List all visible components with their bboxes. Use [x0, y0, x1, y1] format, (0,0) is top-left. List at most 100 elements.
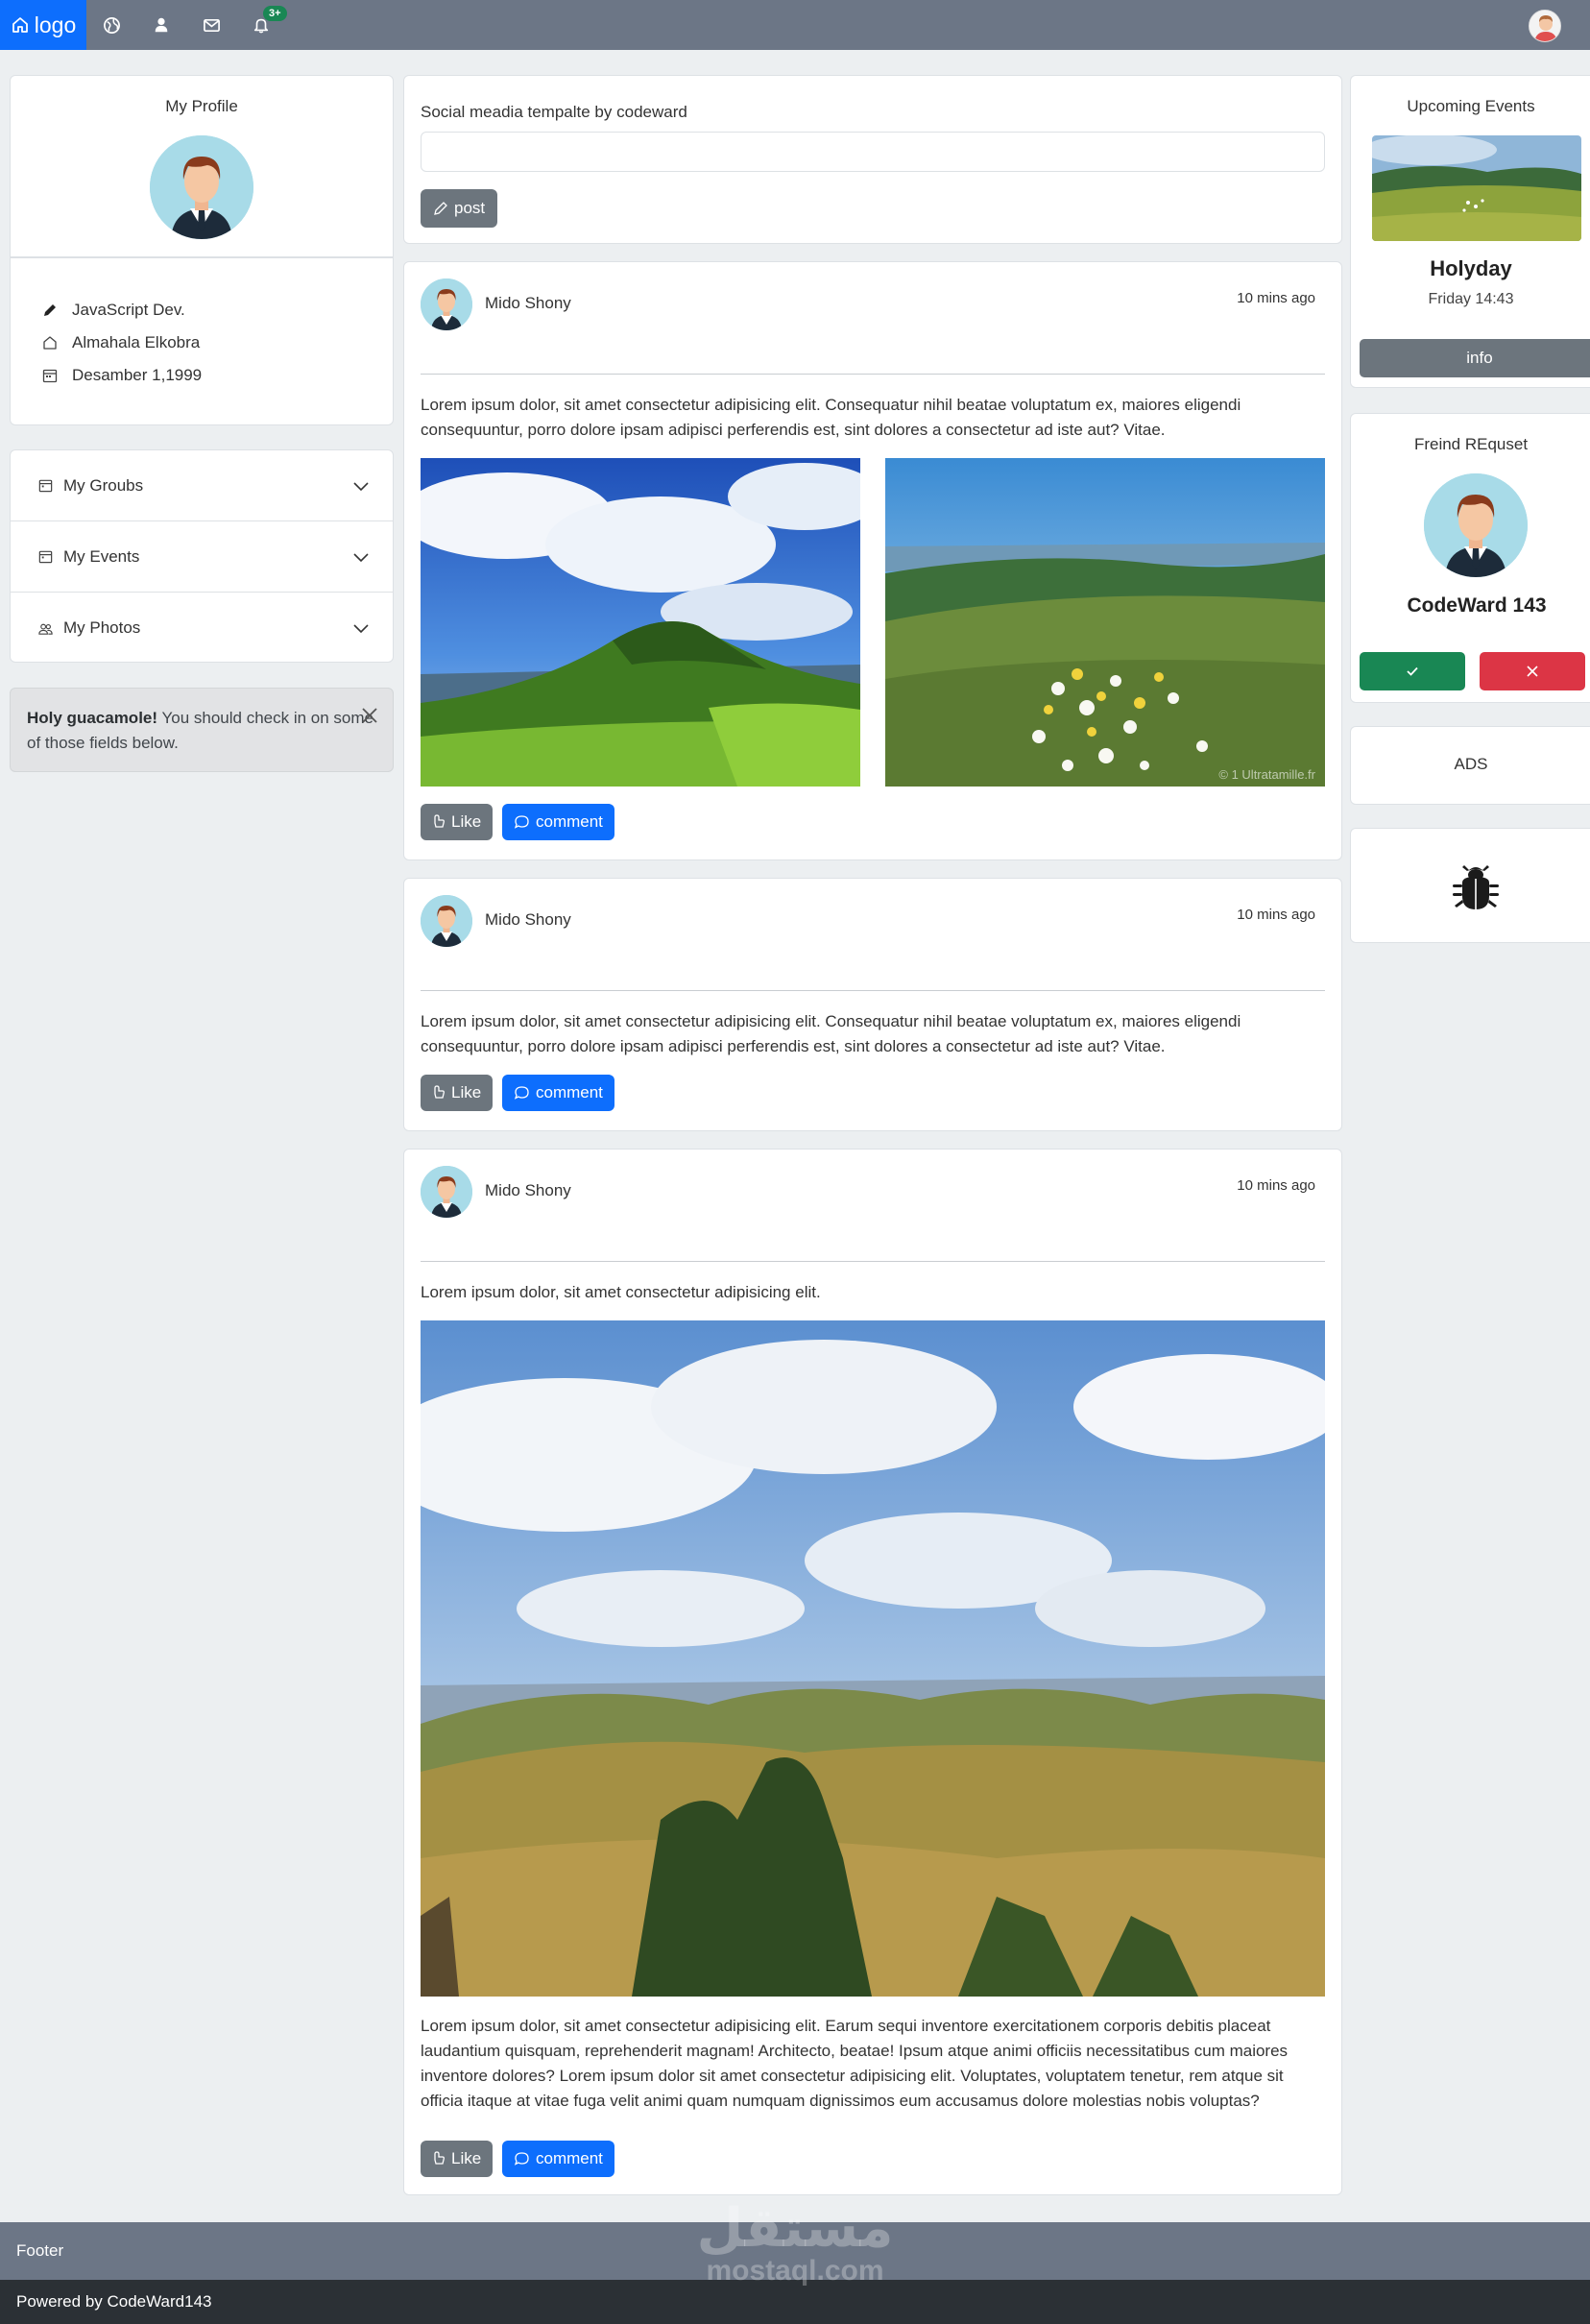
events-title: Upcoming Events [1407, 97, 1535, 115]
site-watermark: مستقل mostaql.com [696, 2199, 894, 2286]
reject-request-button[interactable] [1480, 652, 1585, 690]
profile-accordion: My Groubs My Events My Photos [10, 449, 394, 663]
notification-badge: 3+ [263, 6, 287, 21]
top-navbar: logo 3+ [0, 0, 1590, 50]
event-name: Holyday [1430, 256, 1512, 280]
alert-strong: Holy guacamole! [27, 709, 158, 727]
bug-card [1350, 828, 1590, 943]
comment-label: comment [536, 812, 603, 831]
accordion-label: My Photos [63, 618, 141, 637]
post-text: Lorem ipsum dolor, sit amet consectetur … [421, 1012, 1241, 1055]
upcoming-events-card: Upcoming Events Holyday Friday 14:43 inf… [1350, 75, 1590, 388]
person-avatar-icon [421, 278, 472, 330]
ads-card: ADS [1350, 726, 1590, 805]
post-avatar [421, 278, 472, 330]
post-button[interactable]: post [421, 189, 498, 228]
person-avatar-icon [150, 135, 253, 239]
globe-icon [103, 16, 120, 34]
post-time: 10 mins ago [1237, 1177, 1315, 1194]
friend-request-card: Freind REquset CodeWard 143 [1350, 413, 1590, 703]
accept-request-button[interactable] [1360, 652, 1465, 690]
post-time: 10 mins ago [1237, 290, 1315, 306]
nav-messages[interactable] [186, 0, 236, 50]
post-avatar [421, 1166, 472, 1218]
accordion-item-events[interactable]: My Events [11, 521, 393, 593]
nav-notifications[interactable]: 3+ [236, 0, 287, 50]
post-image-landscape[interactable] [421, 1320, 1325, 1997]
post-composer: Social meadia tempalte by codeward post [403, 75, 1342, 244]
calendar-icon [38, 479, 53, 493]
calendar-icon [38, 550, 53, 564]
nav-profile[interactable] [136, 0, 186, 50]
composer-input[interactable] [421, 132, 1325, 172]
profile-divider [11, 256, 393, 258]
post-card: Mido Shony 10 mins ago Lorem ipsum dolor… [403, 1149, 1342, 2195]
like-button[interactable]: Like [421, 804, 494, 840]
hills-photo [421, 1320, 1325, 1997]
nav-globe[interactable] [86, 0, 136, 50]
ads-label: ADS [1454, 755, 1488, 773]
accordion-item-photos[interactable]: My Photos [11, 593, 393, 664]
profile-birthday: Desamber 1,1999 [72, 366, 203, 384]
person-avatar-icon [421, 1166, 472, 1218]
home-icon [12, 17, 28, 33]
comment-button[interactable]: comment [502, 804, 614, 840]
post-text: Lorem ipsum dolor, sit amet consectetur … [421, 396, 1241, 439]
event-info-button[interactable]: info [1360, 339, 1590, 377]
post-divider [421, 990, 1325, 991]
post-card: Mido Shony 10 mins ago Lorem ipsum dolor… [403, 261, 1342, 860]
pencil-icon [44, 304, 56, 316]
comment-button[interactable]: comment [502, 2141, 614, 2177]
mountain-photo [421, 458, 860, 787]
user-avatar[interactable] [1529, 10, 1561, 42]
people-icon [38, 623, 53, 635]
close-icon [1527, 666, 1538, 677]
comment-button[interactable]: comment [502, 1075, 614, 1111]
like-label: Like [451, 1083, 482, 1101]
profile-birthday-row: Desamber 1,1999 [41, 366, 202, 385]
friend-request-title: Freind REquset [1413, 435, 1529, 453]
watermark-latin: mostaql.com [706, 2255, 884, 2287]
hand-icon [434, 1085, 445, 1099]
event-image[interactable] [1372, 135, 1581, 241]
accordion-item-groups[interactable]: My Groubs [11, 450, 393, 521]
post-image-volcano[interactable] [421, 458, 860, 787]
friend-name: CodeWard 143 [1407, 594, 1547, 617]
person-avatar-icon [421, 895, 472, 947]
like-button[interactable]: Like [421, 2141, 494, 2177]
chat-icon [514, 2152, 529, 2166]
post-text: Lorem ipsum dolor, sit amet consectetur … [421, 1283, 821, 1301]
envelope-icon [203, 18, 220, 32]
post-time: 10 mins ago [1237, 907, 1315, 923]
hand-icon [434, 814, 445, 828]
avatar-icon [1530, 11, 1560, 41]
event-meadow-photo [1372, 135, 1581, 241]
post-divider [421, 1261, 1325, 1262]
calendar-icon [42, 369, 58, 383]
like-button[interactable]: Like [421, 1075, 494, 1111]
post-avatar [421, 895, 472, 947]
close-icon[interactable] [360, 706, 379, 725]
logo-link[interactable]: logo [0, 0, 86, 50]
watermark-arabic: مستقل [696, 2197, 894, 2258]
composer-label: Social meadia tempalte by codeward [421, 103, 687, 121]
image-watermark: © 1 Ultratamille.fr [1218, 767, 1315, 782]
post-image-flowers[interactable]: © 1 Ultratamille.fr [885, 458, 1325, 787]
bug-icon [1453, 865, 1499, 909]
powered-by: Powered by CodeWard143 [16, 2292, 212, 2311]
hand-icon [434, 2151, 445, 2165]
comment-label: comment [536, 1083, 603, 1101]
profile-location: Almahala Elkobra [72, 333, 201, 351]
like-label: Like [451, 2149, 482, 2167]
event-date: Friday 14:43 [1428, 291, 1514, 307]
warning-alert: Holy guacamole! You should check in on s… [10, 688, 394, 772]
footer-label: Footer [16, 2241, 64, 2260]
post-author: Mido Shony [485, 294, 571, 312]
chevron-down-icon [353, 624, 369, 634]
accordion-label: My Groubs [63, 475, 144, 495]
chat-icon [514, 815, 529, 829]
friend-avatar [1424, 473, 1528, 577]
check-icon [1407, 666, 1418, 676]
profile-location-row: Almahala Elkobra [41, 333, 200, 352]
chevron-down-icon [353, 552, 369, 562]
